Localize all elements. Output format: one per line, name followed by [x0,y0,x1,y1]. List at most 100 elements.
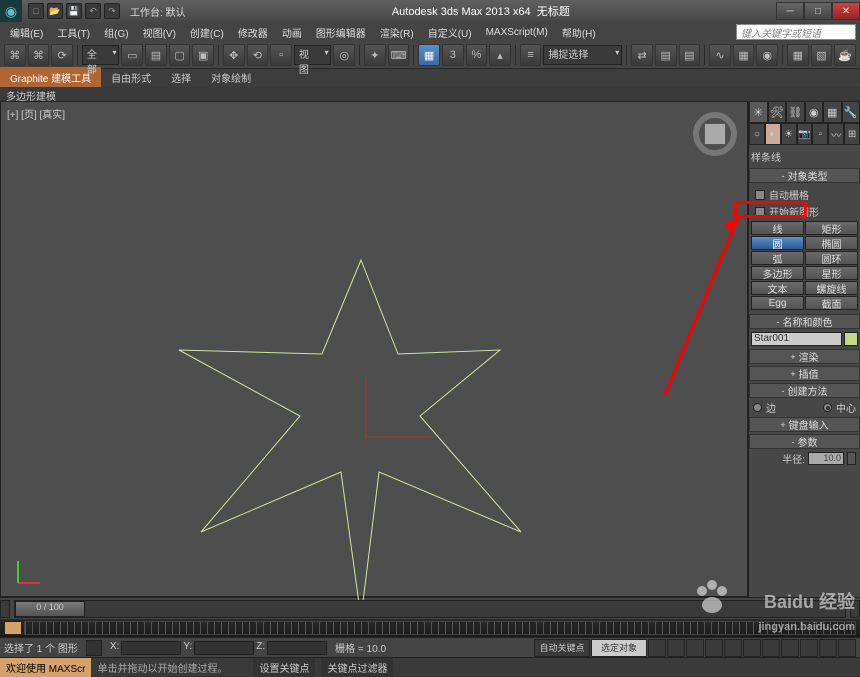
btn-egg[interactable]: Egg [751,296,804,310]
star-shape[interactable] [1,102,741,602]
btn-rectangle[interactable]: 矩形 [805,221,858,235]
align-icon[interactable]: ▤ [655,44,677,66]
undo-icon[interactable]: ↶ [85,3,101,19]
tab-selection[interactable]: 选择 [161,67,201,87]
select-region-icon[interactable]: ▢ [169,44,191,66]
menu-edit[interactable]: 编辑(E) [4,23,49,42]
ribbon-bar[interactable]: 多边形建模 [0,87,860,101]
spinner-arrows-icon[interactable] [847,452,856,465]
cameras-icon[interactable]: 📷 [797,123,813,145]
render-icon[interactable]: ☕ [834,44,856,66]
rollout-keyboard-entry[interactable]: +键盘输入 [749,417,860,432]
modify-tab-icon[interactable]: 🛠 [768,101,787,123]
rollout-object-type[interactable]: -对象类型 [749,168,860,183]
hierarchy-tab-icon[interactable]: ⛓ [786,101,805,123]
shapes-icon[interactable]: ◐ [765,123,781,145]
time-slider-thumb[interactable]: 0 / 100 [15,601,85,617]
zoom-extents-icon[interactable] [819,639,837,657]
systems-icon[interactable]: ⊞ [844,123,860,145]
btn-text[interactable]: 文本 [751,281,804,295]
x-input[interactable] [121,641,181,655]
menu-graph[interactable]: 图形编辑器 [310,23,372,42]
space-warps-icon[interactable]: 〰 [828,123,844,145]
rollout-rendering[interactable]: +渲染 [749,349,860,364]
new-icon[interactable]: □ [28,3,44,19]
play-icon[interactable] [686,639,704,657]
menu-modifiers[interactable]: 修改器 [232,23,274,42]
radio-center[interactable] [823,403,832,412]
timeline-track[interactable] [0,619,860,637]
menu-view[interactable]: 视图(V) [137,23,182,42]
btn-donut[interactable]: 圆环 [805,251,858,265]
tab-graphite[interactable]: Graphite 建模工具 [0,67,101,87]
curve-editor-icon[interactable]: ∿ [709,44,731,66]
key-mode-icon[interactable] [743,639,761,657]
bind-icon[interactable]: ⟳ [51,44,73,66]
selection-filter-drop[interactable]: 全部 [82,45,120,65]
set-key-button[interactable]: 设置关键点 [253,658,315,677]
time-config-icon[interactable] [762,639,780,657]
keyboard-icon[interactable]: ⌨ [388,44,410,66]
close-button[interactable]: ✕ [832,2,860,20]
color-swatch[interactable] [844,332,858,346]
named-sel-drop[interactable]: 捕捉选择 [543,45,622,65]
auto-key-button[interactable]: 自动关键点 [534,639,590,657]
named-sel-icon[interactable]: ≡ [520,44,542,66]
prev-frame-icon[interactable] [667,639,685,657]
schematic-icon[interactable]: ▦ [733,44,755,66]
y-input[interactable] [194,641,254,655]
viewcube[interactable] [693,112,737,156]
btn-section[interactable]: 截面 [805,296,858,310]
scale-icon[interactable]: ▫ [270,44,292,66]
render-setup-icon[interactable]: ▦ [787,44,809,66]
menu-maxscript[interactable]: MAXScript(M) [480,25,554,40]
menu-group[interactable]: 组(G) [98,23,134,42]
window-crossing-icon[interactable]: ▣ [192,44,214,66]
redo-icon[interactable]: ↷ [104,3,120,19]
object-name-input[interactable]: Star001 [751,332,842,346]
create-tab-icon[interactable]: ✳ [749,101,768,123]
save-icon[interactable]: 💾 [66,3,82,19]
menu-help[interactable]: 帮助(H) [556,23,602,42]
lights-icon[interactable]: ☀ [781,123,797,145]
menu-render[interactable]: 渲染(R) [374,23,420,42]
btn-star[interactable]: 星形 [805,266,858,280]
set-key-dropdown[interactable]: 选定对象 [591,639,647,657]
rotate-icon[interactable]: ⟲ [247,44,269,66]
render-frame-icon[interactable]: ▧ [811,44,833,66]
unlink-icon[interactable]: ⌘ [28,44,50,66]
link-icon[interactable]: ⌘ [4,44,26,66]
material-editor-icon[interactable]: ◉ [756,44,778,66]
radio-edge[interactable] [753,403,762,412]
ref-coord-drop[interactable]: 视图 [294,45,332,65]
btn-ellipse[interactable]: 椭圆 [805,236,858,250]
btn-circle[interactable]: 圆 [751,236,804,250]
select-icon[interactable]: ▭ [121,44,143,66]
open-icon[interactable]: 📂 [47,3,63,19]
percent-snap-icon[interactable]: % [466,44,488,66]
goto-start-icon[interactable] [648,639,666,657]
btn-helix[interactable]: 螺旋线 [805,281,858,295]
app-logo-icon[interactable]: ◉ [0,0,22,22]
display-tab-icon[interactable]: ▦ [823,101,842,123]
menu-customize[interactable]: 自定义(U) [422,23,478,42]
zoom-icon[interactable] [800,639,818,657]
spinner-snap-icon[interactable]: ▴ [489,44,511,66]
z-input[interactable] [267,641,327,655]
select-name-icon[interactable]: ▤ [145,44,167,66]
pan-icon[interactable] [781,639,799,657]
rollout-interpolation[interactable]: +插值 [749,366,860,381]
menu-animation[interactable]: 动画 [276,23,308,42]
viewport[interactable]: [+] [页] [真实] [0,101,748,597]
time-slider-left-icon[interactable] [0,600,10,618]
goto-end-icon[interactable] [724,639,742,657]
helpers-icon[interactable]: ▫ [812,123,828,145]
btn-ngon[interactable]: 多边形 [751,266,804,280]
rollout-creation-method[interactable]: -创建方法 [749,383,860,398]
help-search-input[interactable]: 键入关键字或短语 [736,24,856,40]
key-filters-button[interactable]: 关键点过滤器 [321,658,393,677]
pivot-icon[interactable]: ◎ [333,44,355,66]
maxscript-listener-tab[interactable]: 欢迎使用 MAXScr [0,658,91,677]
fov-icon[interactable] [838,639,856,657]
btn-arc[interactable]: 弧 [751,251,804,265]
